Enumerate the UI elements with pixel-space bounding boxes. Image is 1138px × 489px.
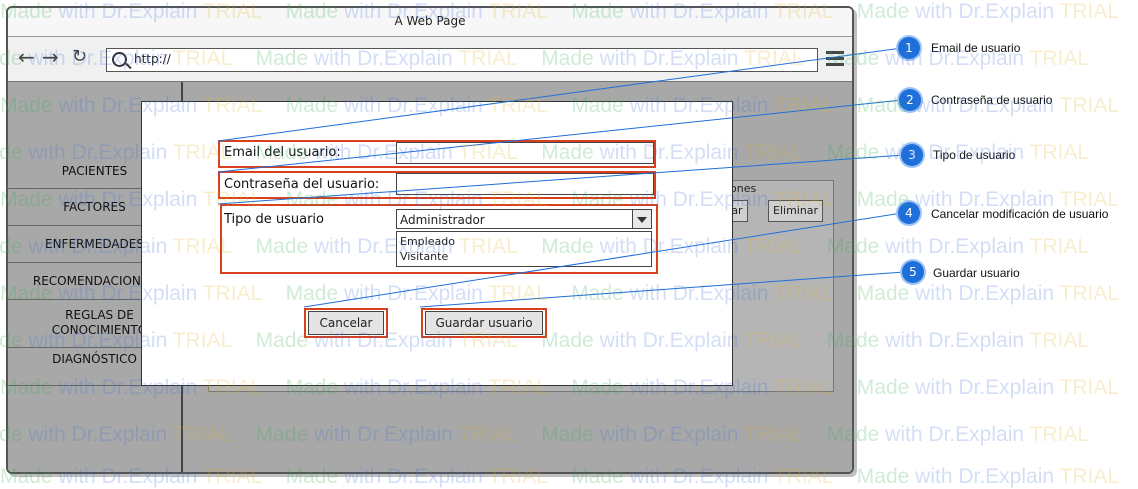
callout-3-badge: 3	[901, 144, 923, 166]
callout-5-badge: 5	[902, 261, 924, 283]
callout-1-badge: 1	[898, 37, 920, 59]
callout-4-text: Cancelar modificación de usuario	[931, 207, 1109, 221]
callout-lines	[217, 47, 905, 308]
callout-1-text: Email de usuario	[931, 41, 1021, 55]
callout-4-badge: 4	[898, 202, 920, 224]
callout-2-badge: 2	[899, 89, 921, 111]
callout-3-text: Tipo de usuario	[933, 148, 1016, 162]
callout-2-text: Contraseña de usuario	[931, 93, 1053, 107]
callout-5-text: Guardar usuario	[933, 266, 1020, 280]
